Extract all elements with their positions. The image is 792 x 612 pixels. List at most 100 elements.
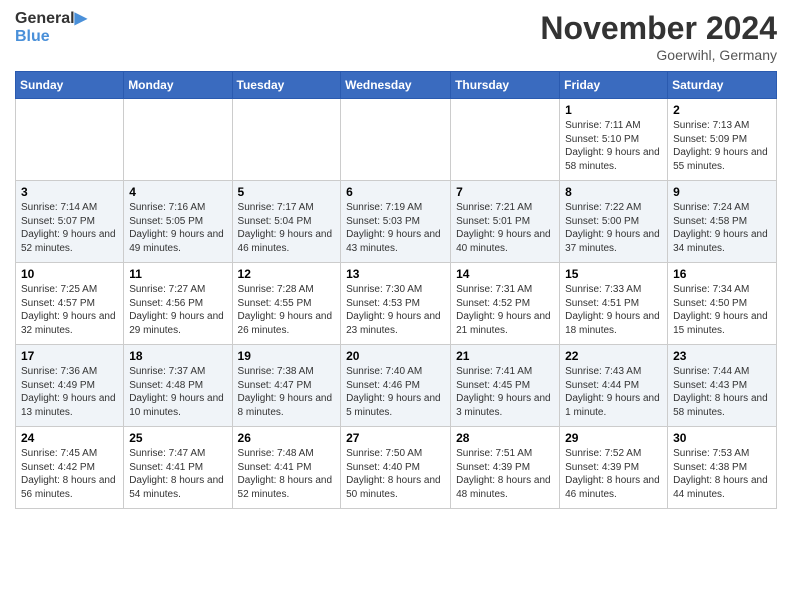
location: Goerwihl, Germany	[540, 47, 777, 63]
day-number: 25	[129, 431, 226, 445]
page-header: General▶ Blue November 2024 Goerwihl, Ge…	[15, 10, 777, 63]
day-info: Sunrise: 7:38 AM Sunset: 4:47 PM Dayligh…	[238, 365, 336, 419]
day-number: 15	[565, 267, 662, 281]
table-row	[341, 99, 451, 181]
table-row: 11 Sunrise: 7:27 AM Sunset: 4:56 PM Dayli…	[124, 263, 232, 345]
day-info: Sunrise: 7:51 AM Sunset: 4:39 PM Dayligh…	[456, 447, 554, 501]
day-number: 12	[238, 267, 336, 281]
day-number: 22	[565, 349, 662, 363]
day-number: 14	[456, 267, 554, 281]
day-info: Sunrise: 7:28 AM Sunset: 4:55 PM Dayligh…	[238, 283, 336, 337]
table-row: 18 Sunrise: 7:37 AM Sunset: 4:48 PM Dayli…	[124, 345, 232, 427]
day-info: Sunrise: 7:21 AM Sunset: 5:01 PM Dayligh…	[456, 201, 554, 255]
table-row: 20 Sunrise: 7:40 AM Sunset: 4:46 PM Dayli…	[341, 345, 451, 427]
day-info: Sunrise: 7:52 AM Sunset: 4:39 PM Dayligh…	[565, 447, 662, 501]
table-row: 9 Sunrise: 7:24 AM Sunset: 4:58 PM Daylig…	[668, 181, 777, 263]
table-row: 8 Sunrise: 7:22 AM Sunset: 5:00 PM Daylig…	[560, 181, 668, 263]
day-number: 2	[673, 103, 771, 117]
day-number: 11	[129, 267, 226, 281]
title-block: November 2024 Goerwihl, Germany	[540, 10, 777, 63]
table-row: 28Sunrise: 7:51 AM Sunset: 4:39 PM Dayli…	[451, 427, 560, 509]
day-info: Sunrise: 7:37 AM Sunset: 4:48 PM Dayligh…	[129, 365, 226, 419]
day-number: 8	[565, 185, 662, 199]
day-number: 29	[565, 431, 662, 445]
day-info: Sunrise: 7:19 AM Sunset: 5:03 PM Dayligh…	[346, 201, 445, 255]
table-row: 21Sunrise: 7:41 AM Sunset: 4:45 PM Dayli…	[451, 345, 560, 427]
day-number: 21	[456, 349, 554, 363]
day-number: 30	[673, 431, 771, 445]
col-tuesday: Tuesday	[232, 72, 341, 99]
day-info: Sunrise: 7:14 AM Sunset: 5:07 PM Dayligh…	[21, 201, 118, 255]
calendar-week-row: 10 Sunrise: 7:25 AM Sunset: 4:57 PM Dayli…	[16, 263, 777, 345]
day-number: 6	[346, 185, 445, 199]
day-number: 1	[565, 103, 662, 117]
table-row	[124, 99, 232, 181]
day-number: 24	[21, 431, 118, 445]
day-number: 3	[21, 185, 118, 199]
day-info: Sunrise: 7:25 AM Sunset: 4:57 PM Dayligh…	[21, 283, 118, 337]
table-row: 25 Sunrise: 7:47 AM Sunset: 4:41 PM Dayli…	[124, 427, 232, 509]
day-number: 5	[238, 185, 336, 199]
day-info: Sunrise: 7:53 AM Sunset: 4:38 PM Dayligh…	[673, 447, 771, 501]
day-info: Sunrise: 7:50 AM Sunset: 4:40 PM Dayligh…	[346, 447, 445, 501]
day-number: 7	[456, 185, 554, 199]
day-number: 26	[238, 431, 336, 445]
day-number: 9	[673, 185, 771, 199]
table-row: 26Sunrise: 7:48 AM Sunset: 4:41 PM Dayli…	[232, 427, 341, 509]
day-info: Sunrise: 7:43 AM Sunset: 4:44 PM Dayligh…	[565, 365, 662, 419]
logo: General▶ Blue	[15, 10, 87, 45]
day-info: Sunrise: 7:34 AM Sunset: 4:50 PM Dayligh…	[673, 283, 771, 337]
table-row: 23Sunrise: 7:44 AM Sunset: 4:43 PM Dayli…	[668, 345, 777, 427]
day-info: Sunrise: 7:22 AM Sunset: 5:00 PM Dayligh…	[565, 201, 662, 255]
day-number: 13	[346, 267, 445, 281]
logo-text-blue: Blue	[15, 28, 87, 46]
day-number: 18	[129, 349, 226, 363]
col-wednesday: Wednesday	[341, 72, 451, 99]
table-row	[16, 99, 124, 181]
col-monday: Monday	[124, 72, 232, 99]
calendar-header-row: Sunday Monday Tuesday Wednesday Thursday…	[16, 72, 777, 99]
day-number: 10	[21, 267, 118, 281]
col-friday: Friday	[560, 72, 668, 99]
calendar-week-row: 17 Sunrise: 7:36 AM Sunset: 4:49 PM Dayli…	[16, 345, 777, 427]
table-row: 12 Sunrise: 7:28 AM Sunset: 4:55 PM Dayli…	[232, 263, 341, 345]
day-number: 23	[673, 349, 771, 363]
table-row: 10 Sunrise: 7:25 AM Sunset: 4:57 PM Dayli…	[16, 263, 124, 345]
table-row: 13Sunrise: 7:30 AM Sunset: 4:53 PM Dayli…	[341, 263, 451, 345]
table-row: 30 Sunrise: 7:53 AM Sunset: 4:38 PM Dayli…	[668, 427, 777, 509]
calendar-week-row: 1Sunrise: 7:11 AM Sunset: 5:10 PM Daylig…	[16, 99, 777, 181]
table-row: 29 Sunrise: 7:52 AM Sunset: 4:39 PM Dayli…	[560, 427, 668, 509]
table-row: 24Sunrise: 7:45 AM Sunset: 4:42 PM Dayli…	[16, 427, 124, 509]
day-info: Sunrise: 7:40 AM Sunset: 4:46 PM Dayligh…	[346, 365, 445, 419]
col-sunday: Sunday	[16, 72, 124, 99]
table-row	[451, 99, 560, 181]
table-row: 14 Sunrise: 7:31 AM Sunset: 4:52 PM Dayli…	[451, 263, 560, 345]
day-number: 17	[21, 349, 118, 363]
calendar-week-row: 24Sunrise: 7:45 AM Sunset: 4:42 PM Dayli…	[16, 427, 777, 509]
day-info: Sunrise: 7:17 AM Sunset: 5:04 PM Dayligh…	[238, 201, 336, 255]
table-row: 27Sunrise: 7:50 AM Sunset: 4:40 PM Dayli…	[341, 427, 451, 509]
table-row: 1Sunrise: 7:11 AM Sunset: 5:10 PM Daylig…	[560, 99, 668, 181]
day-info: Sunrise: 7:27 AM Sunset: 4:56 PM Dayligh…	[129, 283, 226, 337]
table-row: 2 Sunrise: 7:13 AM Sunset: 5:09 PM Daylig…	[668, 99, 777, 181]
month-title: November 2024	[540, 10, 777, 47]
day-number: 4	[129, 185, 226, 199]
logo-text-general: General▶	[15, 10, 87, 28]
day-info: Sunrise: 7:47 AM Sunset: 4:41 PM Dayligh…	[129, 447, 226, 501]
table-row: 15 Sunrise: 7:33 AM Sunset: 4:51 PM Dayli…	[560, 263, 668, 345]
table-row: 5 Sunrise: 7:17 AM Sunset: 5:04 PM Daylig…	[232, 181, 341, 263]
page-container: General▶ Blue November 2024 Goerwihl, Ge…	[0, 0, 792, 519]
table-row: 7 Sunrise: 7:21 AM Sunset: 5:01 PM Daylig…	[451, 181, 560, 263]
table-row: 17 Sunrise: 7:36 AM Sunset: 4:49 PM Dayli…	[16, 345, 124, 427]
table-row: 22 Sunrise: 7:43 AM Sunset: 4:44 PM Dayli…	[560, 345, 668, 427]
day-info: Sunrise: 7:36 AM Sunset: 4:49 PM Dayligh…	[21, 365, 118, 419]
table-row	[232, 99, 341, 181]
day-info: Sunrise: 7:33 AM Sunset: 4:51 PM Dayligh…	[565, 283, 662, 337]
day-info: Sunrise: 7:24 AM Sunset: 4:58 PM Dayligh…	[673, 201, 771, 255]
day-info: Sunrise: 7:13 AM Sunset: 5:09 PM Dayligh…	[673, 119, 771, 173]
day-number: 20	[346, 349, 445, 363]
day-info: Sunrise: 7:31 AM Sunset: 4:52 PM Dayligh…	[456, 283, 554, 337]
table-row: 19Sunrise: 7:38 AM Sunset: 4:47 PM Dayli…	[232, 345, 341, 427]
table-row: 16Sunrise: 7:34 AM Sunset: 4:50 PM Dayli…	[668, 263, 777, 345]
col-thursday: Thursday	[451, 72, 560, 99]
